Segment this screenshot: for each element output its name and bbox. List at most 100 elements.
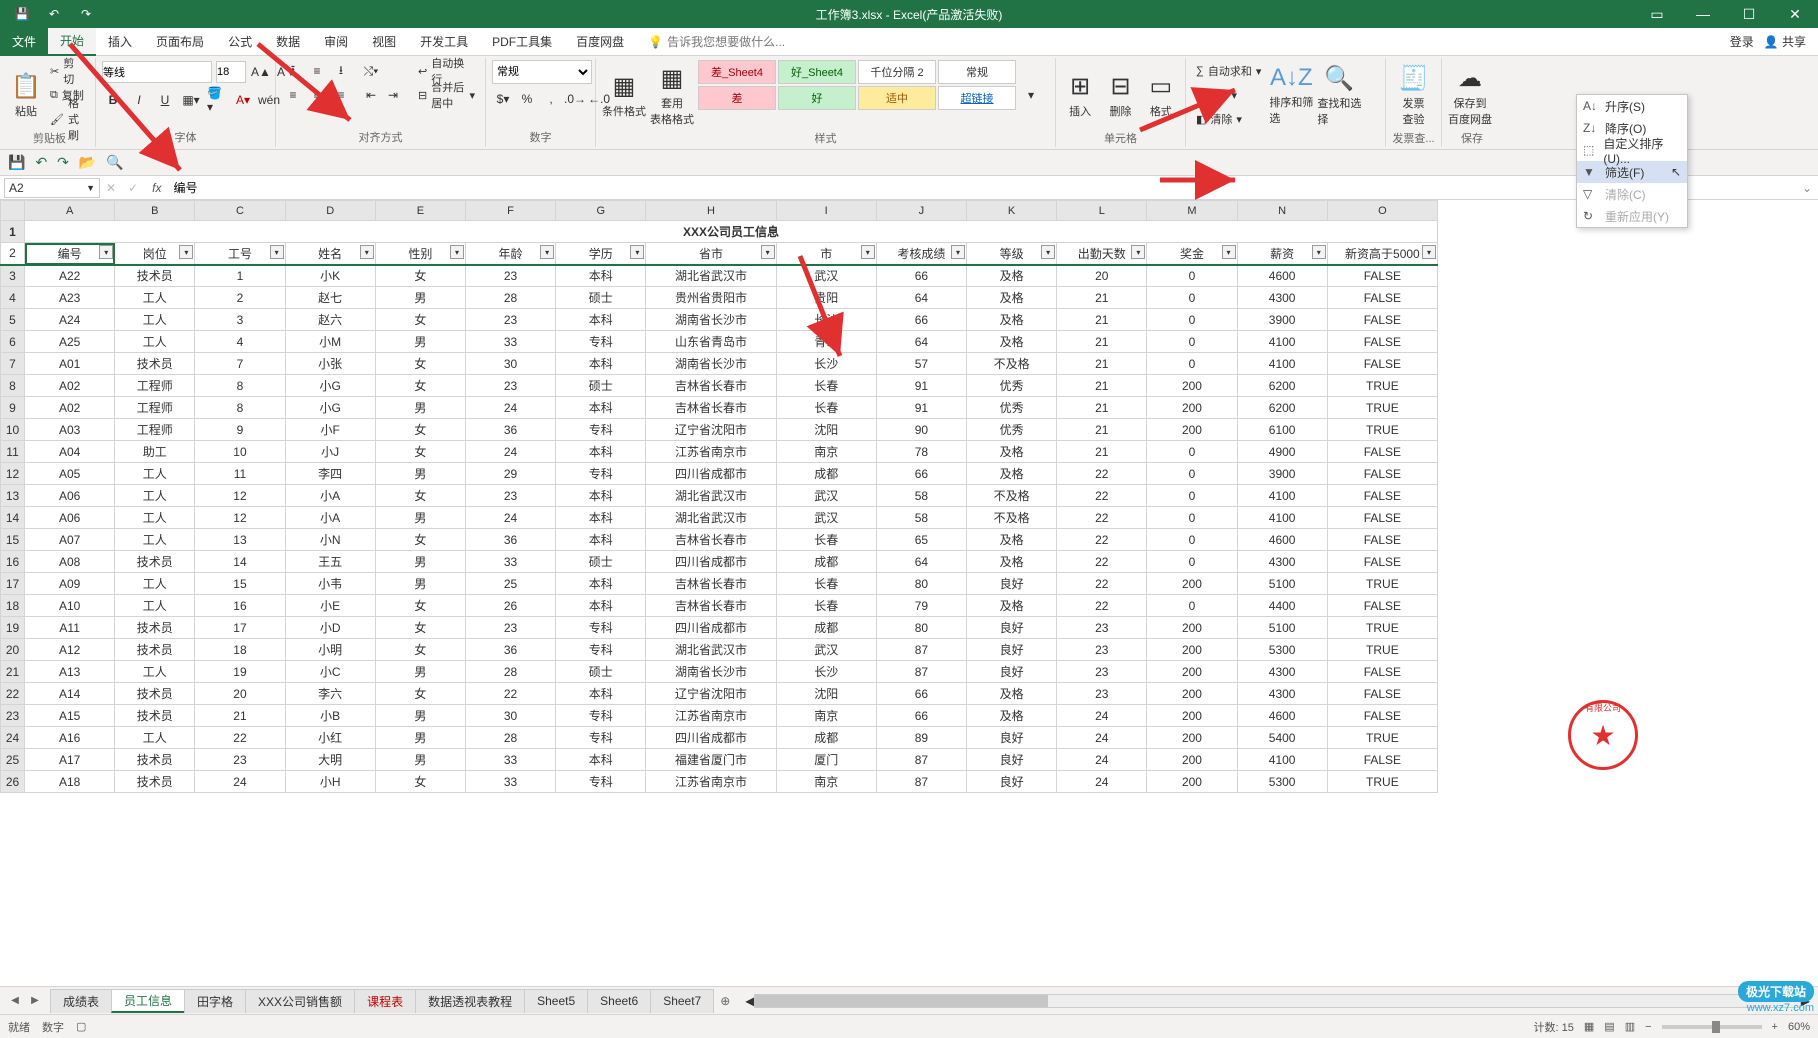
comma-format-icon[interactable]: ,: [540, 88, 562, 110]
data-cell[interactable]: 男: [375, 573, 465, 595]
data-cell[interactable]: 专科: [556, 419, 646, 441]
data-cell[interactable]: 福建省厦门市: [646, 749, 776, 771]
sheet-tab[interactable]: 田字格: [184, 989, 246, 1013]
data-cell[interactable]: 长春: [776, 595, 876, 617]
filter-dropdown-icon[interactable]: ▾: [99, 245, 113, 259]
data-cell[interactable]: 助工: [115, 441, 195, 463]
data-cell[interactable]: 4100: [1237, 749, 1327, 771]
data-cell[interactable]: 8: [195, 397, 285, 419]
data-cell[interactable]: 小红: [285, 727, 375, 749]
underline-button[interactable]: U: [154, 89, 176, 111]
data-cell[interactable]: TRUE: [1327, 375, 1437, 397]
new-sheet-button[interactable]: ⊕: [713, 994, 737, 1008]
data-cell[interactable]: 5100: [1237, 573, 1327, 595]
column-header[interactable]: A: [25, 201, 115, 221]
view-page-layout-icon[interactable]: ▤: [1604, 1020, 1614, 1033]
data-cell[interactable]: 29: [465, 463, 555, 485]
worksheet-area[interactable]: ABCDEFGHIJKLMNO 1XXX公司员工信息2编号▾岗位▾工号▾姓名▾性…: [0, 200, 1818, 986]
data-cell[interactable]: 3: [195, 309, 285, 331]
data-cell[interactable]: 22: [1057, 595, 1147, 617]
data-cell[interactable]: 200: [1147, 397, 1237, 419]
data-cell[interactable]: 男: [375, 727, 465, 749]
data-cell[interactable]: 及格: [966, 529, 1056, 551]
data-cell[interactable]: 4600: [1237, 529, 1327, 551]
data-cell[interactable]: 本科: [556, 309, 646, 331]
row-header[interactable]: 14: [1, 507, 25, 529]
data-cell[interactable]: 23: [1057, 661, 1147, 683]
qat-redo-icon-2[interactable]: ↷: [57, 154, 69, 171]
data-cell[interactable]: 长沙: [776, 661, 876, 683]
save-to-baidu-button[interactable]: ☁保存到 百度网盘: [1448, 60, 1492, 130]
merge-center-button[interactable]: ⊟合并后居中▾: [414, 84, 479, 106]
data-cell[interactable]: 23: [465, 617, 555, 639]
data-cell[interactable]: 本科: [556, 397, 646, 419]
data-cell[interactable]: 及格: [966, 683, 1056, 705]
data-cell[interactable]: 22: [1057, 573, 1147, 595]
data-cell[interactable]: 不及格: [966, 507, 1056, 529]
data-cell[interactable]: A01: [25, 353, 115, 375]
data-cell[interactable]: 24: [1057, 705, 1147, 727]
data-cell[interactable]: 5300: [1237, 639, 1327, 661]
data-cell[interactable]: 湖北省武汉市: [646, 485, 776, 507]
data-cell[interactable]: 男: [375, 397, 465, 419]
data-cell[interactable]: 技术员: [115, 749, 195, 771]
data-cell[interactable]: 15: [195, 573, 285, 595]
tab-page-layout[interactable]: 页面布局: [144, 28, 216, 56]
data-cell[interactable]: TRUE: [1327, 639, 1437, 661]
sheet-tab[interactable]: Sheet7: [650, 989, 714, 1013]
column-header[interactable]: E: [375, 201, 465, 221]
data-cell[interactable]: FALSE: [1327, 529, 1437, 551]
data-cell[interactable]: 0: [1147, 485, 1237, 507]
row-header[interactable]: 2: [1, 243, 25, 265]
data-cell[interactable]: 良好: [966, 727, 1056, 749]
data-cell[interactable]: 四川省成都市: [646, 551, 776, 573]
data-cell[interactable]: 本科: [556, 265, 646, 287]
data-cell[interactable]: 0: [1147, 331, 1237, 353]
format-painter-button[interactable]: 🖌格式刷: [46, 108, 89, 130]
data-cell[interactable]: 4100: [1237, 331, 1327, 353]
data-cell[interactable]: 及格: [966, 309, 1056, 331]
data-cell[interactable]: 良好: [966, 661, 1056, 683]
data-cell[interactable]: 沈阳: [776, 683, 876, 705]
data-cell[interactable]: 200: [1147, 639, 1237, 661]
row-header[interactable]: 15: [1, 529, 25, 551]
filter-header-cell[interactable]: 性别▾: [375, 243, 465, 265]
maximize-button[interactable]: ☐: [1726, 0, 1772, 28]
data-cell[interactable]: A10: [25, 595, 115, 617]
style-thousands[interactable]: 千位分隔 2: [858, 60, 936, 84]
data-cell[interactable]: 小A: [285, 507, 375, 529]
data-cell[interactable]: FALSE: [1327, 441, 1437, 463]
data-cell[interactable]: FALSE: [1327, 749, 1437, 771]
data-cell[interactable]: 24: [1057, 749, 1147, 771]
data-cell[interactable]: 36: [465, 529, 555, 551]
data-cell[interactable]: 91: [876, 375, 966, 397]
data-cell[interactable]: TRUE: [1327, 573, 1437, 595]
data-cell[interactable]: 64: [876, 551, 966, 573]
data-cell[interactable]: 硕士: [556, 375, 646, 397]
style-bad[interactable]: 差_Sheet4: [698, 60, 776, 84]
styles-more-icon[interactable]: ▾: [1020, 84, 1042, 106]
data-cell[interactable]: 87: [876, 639, 966, 661]
data-cell[interactable]: 30: [465, 353, 555, 375]
data-cell[interactable]: 7: [195, 353, 285, 375]
horizontal-scrollbar[interactable]: ◀ ▶: [737, 994, 1818, 1008]
filter-header-cell[interactable]: 薪资▾: [1237, 243, 1327, 265]
filter-dropdown-icon[interactable]: ▾: [360, 245, 374, 259]
increase-font-icon[interactable]: A▲: [250, 61, 272, 83]
data-cell[interactable]: 0: [1147, 551, 1237, 573]
autosum-button[interactable]: ∑自动求和▾: [1192, 60, 1265, 82]
data-cell[interactable]: 87: [876, 661, 966, 683]
row-header[interactable]: 25: [1, 749, 25, 771]
filter-dropdown-icon[interactable]: ▾: [270, 245, 284, 259]
qat-open-icon[interactable]: 📂: [79, 154, 96, 171]
data-cell[interactable]: 工人: [115, 485, 195, 507]
data-cell[interactable]: 不及格: [966, 353, 1056, 375]
data-cell[interactable]: 64: [876, 287, 966, 309]
column-header[interactable]: B: [115, 201, 195, 221]
data-cell[interactable]: 3900: [1237, 309, 1327, 331]
expand-formula-bar-icon[interactable]: ⌄: [1796, 181, 1818, 195]
style-neutral[interactable]: 适中: [858, 86, 936, 110]
data-cell[interactable]: 小M: [285, 331, 375, 353]
row-header[interactable]: 21: [1, 661, 25, 683]
row-header[interactable]: 1: [1, 221, 25, 243]
